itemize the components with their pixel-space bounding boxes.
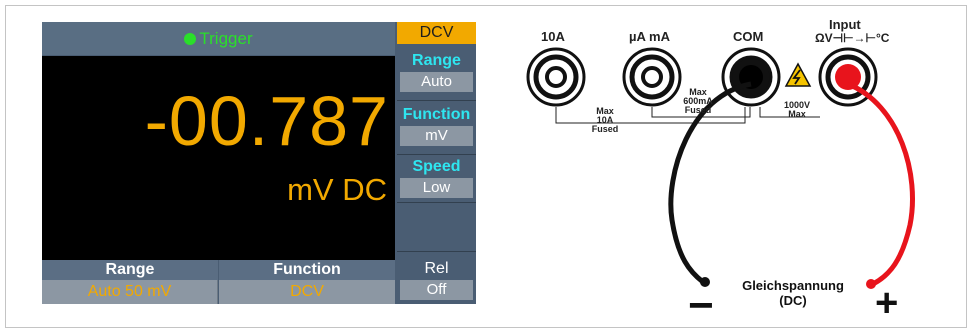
banana-jack-icon[interactable] bbox=[721, 47, 781, 107]
note-ma: Max 600mA Fused bbox=[678, 88, 718, 115]
caption-line: (DC) bbox=[779, 293, 807, 308]
dc-voltage-caption: Gleichspannung (DC) bbox=[728, 278, 858, 308]
note-10a: Max 10A Fused bbox=[590, 107, 620, 134]
jack-label-10a: 10A bbox=[541, 29, 565, 44]
jack-label-ua-ma: µA mA bbox=[629, 29, 670, 44]
warning-triangle-icon bbox=[784, 62, 812, 87]
jack-panel: 10A µA mA COM Input ΩV⊣⊢→⊢°C Max 10A Fus… bbox=[0, 0, 974, 335]
jack-label-input: Input bbox=[829, 17, 861, 32]
note-ma-line: Fused bbox=[684, 105, 712, 115]
note-input-line: Max bbox=[788, 109, 806, 119]
minus-sign: − bbox=[688, 281, 714, 330]
note-10a-line: Fused bbox=[591, 124, 619, 134]
input-symbols: ΩV⊣⊢→⊢°C bbox=[815, 31, 890, 45]
banana-jack-icon[interactable] bbox=[622, 47, 682, 107]
note-input: 1000V Max bbox=[777, 101, 817, 119]
jack-label-com: COM bbox=[733, 29, 764, 44]
caption-line: Gleichspannung bbox=[742, 278, 844, 293]
red-test-lead bbox=[847, 81, 915, 287]
plus-sign: + bbox=[875, 281, 899, 325]
banana-jack-icon[interactable] bbox=[526, 47, 586, 107]
